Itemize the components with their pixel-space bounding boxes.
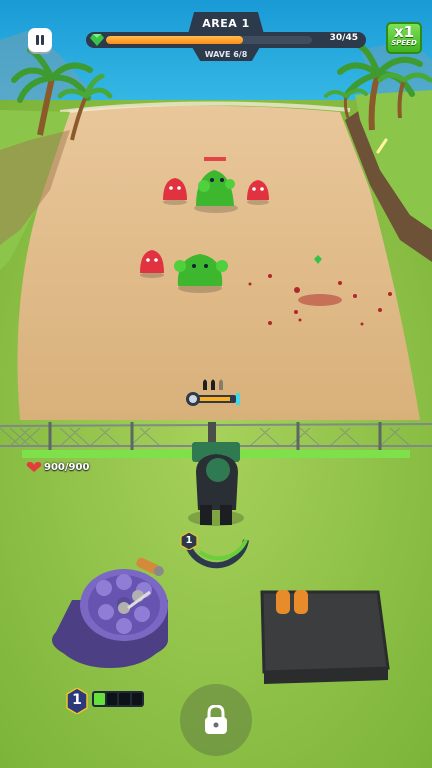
wave-progress-bar: 30/45	[86, 32, 366, 48]
progress-track	[106, 36, 312, 44]
speed-label: SPEED	[391, 39, 417, 47]
pause-icon	[36, 35, 44, 45]
bullet-icon	[203, 379, 207, 390]
gem-icon	[90, 34, 104, 46]
locked-skill-button[interactable]	[180, 684, 252, 756]
pause-button[interactable]	[28, 28, 52, 52]
bullet-icon	[211, 379, 215, 390]
lock-icon	[205, 705, 227, 734]
wave-label: WAVE 6/8	[192, 47, 260, 61]
bullet-icon	[219, 379, 223, 390]
progress-fill	[106, 36, 244, 44]
weapon-level: 1	[72, 692, 82, 708]
weapon-upgrade-slots	[92, 691, 144, 707]
area-label: AREA 1	[188, 12, 264, 34]
player-health-text: 900/900	[44, 462, 90, 473]
ammo-crate	[260, 590, 390, 684]
heart-icon	[26, 462, 42, 472]
game-scene	[0, 0, 432, 768]
speed-button[interactable]: x1 SPEED	[386, 22, 422, 54]
upgrade-slot	[94, 693, 105, 705]
speed-multiplier: x1	[393, 23, 415, 41]
progress-count: 30/45	[329, 33, 358, 43]
upgrade-slot	[106, 693, 117, 705]
player-level: 1	[185, 535, 193, 546]
upgrade-slot	[119, 693, 130, 705]
upgrade-slot	[131, 693, 142, 705]
